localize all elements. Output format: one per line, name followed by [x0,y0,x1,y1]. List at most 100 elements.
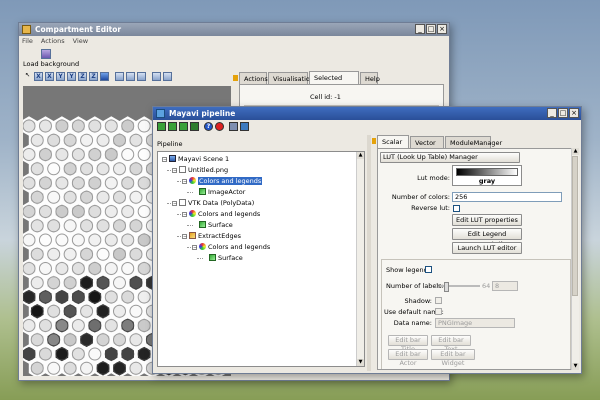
close-icon[interactable]: × [569,108,579,118]
data-name-input[interactable]: PNGImage [435,318,515,328]
panel-splitter[interactable] [367,135,371,371]
minimize-icon[interactable]: _ [415,24,425,34]
tree-item[interactable]: Colors and legends [189,177,263,186]
lut-manager-button[interactable]: LUT (Look Up Table) Manager [380,152,520,163]
scale-icon[interactable] [126,72,135,81]
tree-collapse-icon[interactable]: − [172,201,177,207]
num-labels-slider[interactable] [440,282,480,292]
tree-item[interactable]: ImageActor [199,188,245,197]
lut-mode-label: Lut mode: [417,174,450,182]
view-x-icon[interactable]: X [45,72,54,81]
edit-bar-text-button[interactable]: Edit bar Text [431,335,471,353]
iso-view-icon[interactable] [100,72,109,81]
add-filter-icon[interactable] [179,122,188,131]
scroll-down-icon[interactable]: ▼ [357,359,364,366]
menu-view[interactable]: View [73,36,88,47]
tree-collapse-icon[interactable]: − [182,179,187,185]
tree-item[interactable]: Mayavi Scene 1 [169,155,229,164]
edit-bar-title-button[interactable]: Edit bar Title [388,335,428,353]
pipeline-tab[interactable]: Pipeline [157,140,182,148]
scroll-thumb[interactable] [572,156,578,296]
mayavi-pipeline-window: Mayavi pipeline _ □ × ? Pipeline − Mayavi… [152,106,582,374]
tree-collapse-icon[interactable]: − [172,168,177,174]
view-z-icon[interactable]: Z [89,72,98,81]
tree-collapse-icon[interactable]: − [162,157,167,163]
minimize-icon[interactable]: _ [547,108,557,118]
lut-mode-selector[interactable]: gray [452,165,522,186]
num-colors-input[interactable]: 256 [452,192,562,202]
tab-actions[interactable]: Actions [239,72,268,84]
tab-scalar-lut[interactable]: Scalar LUT [377,135,409,158]
tree-connector [187,192,193,193]
reverse-lut-checkbox[interactable] [453,205,460,212]
close-icon[interactable]: × [437,24,447,34]
tree-item[interactable]: Untitled.png [179,166,228,175]
legend-group: Show legend: Number of labels: 0 64 8 Sh… [381,259,571,369]
maximize-icon[interactable]: □ [426,24,436,34]
module-icon [209,254,216,261]
scroll-up-icon[interactable]: ▲ [572,148,579,155]
tree-collapse-icon[interactable]: − [182,234,187,240]
save-icon[interactable] [229,122,238,131]
tab-modulemanager[interactable]: ModuleManager [445,136,502,148]
menu-actions[interactable]: Actions [41,36,65,47]
maximize-icon[interactable]: □ [558,108,568,118]
tree-item[interactable]: Colors and legends [189,210,260,219]
use-default-name-checkbox[interactable] [435,308,442,315]
show-legend-checkbox[interactable] [425,266,432,273]
add-module-icon[interactable] [190,122,199,131]
scroll-down-icon[interactable]: ▼ [572,363,579,370]
tab-selected-center[interactable]: Selected center [309,71,359,94]
settings-icon[interactable] [163,72,172,81]
slider-thumb[interactable] [444,282,449,292]
num-labels-input[interactable]: 8 [492,281,518,291]
view-z-icon[interactable]: Z [78,72,87,81]
module-icon [199,188,206,195]
shadow-checkbox[interactable] [435,297,442,304]
launch-lut-editor-button[interactable]: Launch LUT editor [452,242,522,254]
edit-lut-properties-button[interactable]: Edit LUT properties [452,214,522,226]
tab-vector-lut[interactable]: Vector LUT [410,136,444,159]
use-default-name-label: Use default name: [384,308,444,316]
interact-icon[interactable]: ↖ [23,72,32,81]
load-background-icon[interactable] [41,49,51,59]
tree-item-label: ImageActor [208,188,246,196]
view-y-icon[interactable]: Y [56,72,65,81]
view-y-icon[interactable]: Y [67,72,76,81]
scroll-up-icon[interactable]: ▲ [357,152,364,159]
tree-item-label: VTK Data (PolyData) [188,199,255,207]
tree-item[interactable]: Surface [199,221,233,230]
colors-legends-icon [189,177,196,184]
window-title: Compartment Editor [35,25,122,34]
tree-collapse-icon[interactable]: − [182,212,187,218]
add-scene-icon[interactable] [157,122,166,131]
tree-scrollbar[interactable]: ▲ ▼ [356,152,364,366]
tree-collapse-icon[interactable]: − [192,245,197,251]
tree-item[interactable]: VTK Data (PolyData) [179,199,254,208]
mayavi-titlebar[interactable]: Mayavi pipeline _ □ × [153,107,581,120]
tree-item[interactable]: ExtractEdges [189,232,241,241]
app-icon [22,25,31,34]
view-x-icon[interactable]: X [34,72,43,81]
record-icon[interactable] [215,122,224,131]
tab-help[interactable]: Help [360,72,380,84]
editor-scrollbar[interactable]: ▲ ▼ [571,148,579,370]
edit-bar-widget-button[interactable]: Edit bar Widget [431,349,475,367]
help-icon[interactable]: ? [204,122,213,131]
save-icon[interactable] [152,72,161,81]
compartment-editor-titlebar[interactable]: Compartment Editor _ □ × [19,23,449,36]
tab-visualisation[interactable]: Visualisation [268,72,314,84]
tree-item[interactable]: Surface [209,254,243,263]
colors-legends-icon [189,210,196,217]
add-source-icon[interactable] [168,122,177,131]
menu-file[interactable]: File [22,36,33,47]
fullscreen-icon[interactable] [137,72,146,81]
tree-item[interactable]: Colors and legends [199,243,270,252]
bar-icon[interactable] [115,72,124,81]
edit-bar-actor-button[interactable]: Edit bar Actor [388,349,428,367]
scene-icon [169,155,176,162]
pipeline-tree[interactable]: − Mayavi Scene 1− Untitled.png − Colors and … [157,151,365,367]
edit-legend-representation-button[interactable]: Edit Legend representation [452,228,522,248]
load-background-label[interactable]: Load background [23,60,79,68]
reload-icon[interactable] [240,122,249,131]
